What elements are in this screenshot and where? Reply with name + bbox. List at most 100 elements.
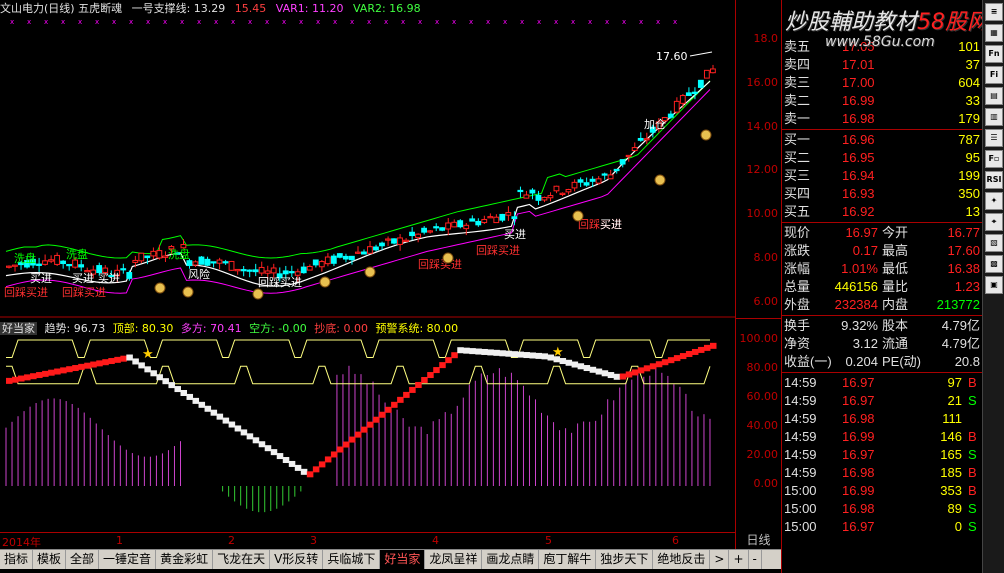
candle-body: [409, 231, 415, 237]
trend-block: [42, 370, 49, 377]
money-bag-icon: [654, 174, 666, 186]
price-tick: 12.00: [746, 163, 779, 176]
trend-block: [709, 342, 717, 349]
candle-body: [577, 179, 584, 183]
tab-0[interactable]: 指标: [0, 550, 34, 569]
trend-block: [517, 351, 524, 358]
indicator-header: 好当家 趋势: 96.73 顶部: 80.30 多方: 70.41 空方: -0…: [0, 320, 462, 335]
date-tick: 3: [310, 534, 317, 547]
side-tool-icon[interactable]: ✦: [985, 192, 1003, 210]
indicator-name[interactable]: 好当家: [0, 322, 37, 335]
tab-7[interactable]: 兵临城下: [323, 550, 381, 569]
top-marker: x: [656, 18, 660, 26]
quote-label: 最高: [882, 243, 909, 258]
tick-side: S: [968, 519, 977, 534]
tab-2[interactable]: 全部: [66, 550, 100, 569]
money-bag-icon: [700, 129, 712, 141]
top-marker: x: [622, 18, 626, 26]
indicator-chart[interactable]: ★ ★: [0, 318, 735, 532]
candle-body: [607, 174, 614, 180]
tab-nav-0[interactable]: >: [710, 550, 730, 569]
side-tool-icon[interactable]: ▤: [985, 87, 1003, 105]
trend-block: [240, 429, 248, 436]
tab-5[interactable]: 飞龙在天: [213, 550, 271, 569]
candle-body: [451, 221, 458, 228]
trend-block: [613, 373, 621, 380]
period-selector[interactable]: 日线: [735, 532, 781, 549]
bid-price: 16.95: [842, 150, 875, 165]
side-tool-icon[interactable]: ▧: [985, 234, 1003, 252]
tab-6[interactable]: V形反转: [270, 550, 324, 569]
side-tool-icon[interactable]: ▣: [985, 276, 1003, 294]
tab-11[interactable]: 庖丁解牛: [539, 550, 597, 569]
trend-block: [114, 356, 121, 363]
trend-block: [397, 396, 404, 403]
trend-block: [318, 461, 326, 468]
top-marker: x: [537, 18, 541, 26]
candle-body: [210, 261, 217, 264]
trend-block: [619, 373, 627, 380]
top-marker: x: [554, 18, 558, 26]
tab-1[interactable]: 模板: [33, 550, 67, 569]
bid-volume: 95: [965, 150, 980, 165]
candle-body: [379, 242, 385, 247]
top-marker: x: [418, 18, 422, 26]
tick-volume: 353: [940, 483, 962, 498]
trend-block: [276, 453, 284, 460]
candle-body: [583, 182, 590, 186]
candle-body: [312, 259, 319, 266]
side-tool-icon[interactable]: ≡: [985, 3, 1003, 21]
tab-3[interactable]: 一锤定音: [99, 550, 157, 569]
side-tool-icon[interactable]: Fn: [985, 45, 1003, 63]
candle-body: [679, 95, 686, 104]
support-line-label: 一号支撑线: 13.29: [131, 2, 226, 15]
tab-nav-2[interactable]: -: [749, 550, 762, 569]
tab-nav-1[interactable]: +: [729, 550, 749, 569]
chart-signal-label: 洗盘: [14, 251, 36, 265]
side-tool-icon[interactable]: F▫: [985, 150, 1003, 168]
top-marker: x: [129, 18, 133, 26]
tab-4[interactable]: 黄金彩虹: [156, 550, 214, 569]
side-tool-icon[interactable]: RSI: [985, 171, 1003, 189]
candle-body: [463, 224, 470, 230]
trend-block: [667, 357, 675, 364]
candlestick-chart[interactable]: 洗盘 洗盘 洗盘买进 买进 买进回踩买进 回踩买进回踩买进回踩买进回踩买进回踩买进买进买进…: [0, 0, 735, 318]
money-bag-icon: [154, 282, 166, 294]
ask-price: 16.98: [842, 111, 875, 126]
tick-time: 14:59: [784, 375, 817, 390]
chart-signal-label: 回踩买进: [4, 286, 48, 299]
side-tool-icon[interactable]: ▥: [985, 108, 1003, 126]
indicator-tick: 0.00: [753, 477, 779, 490]
side-tool-icon[interactable]: Fi: [985, 66, 1003, 84]
trend-block: [577, 363, 585, 370]
bid-volume: 350: [958, 186, 980, 201]
high-price-pointer: [689, 51, 713, 57]
side-tool-icon[interactable]: ☰: [985, 129, 1003, 147]
tab-10[interactable]: 画龙点睛: [482, 550, 540, 569]
candle-body: [228, 260, 235, 271]
bottom-value: 抄底: 0.00: [314, 322, 368, 335]
ask-label: 卖一: [784, 111, 811, 126]
candle-body: [216, 259, 223, 264]
side-tool-icon[interactable]: ▦: [985, 24, 1003, 42]
trend-block: [78, 363, 85, 370]
tab-12[interactable]: 独步天下: [596, 550, 654, 569]
candle-body: [150, 250, 157, 257]
tab-9[interactable]: 龙凤呈祥: [425, 550, 483, 569]
quote-label: 总量: [784, 279, 811, 294]
candle-body: [300, 266, 307, 274]
side-tool-icon[interactable]: ⌖: [985, 213, 1003, 231]
top-marker: x: [673, 18, 677, 26]
tab-8[interactable]: 好当家: [380, 550, 426, 569]
bid-price: 16.94: [842, 168, 875, 183]
tick-side: B: [968, 375, 977, 390]
trend-block: [523, 352, 530, 359]
tick-volume: 146: [940, 429, 962, 444]
tick-price: 16.97: [842, 519, 875, 534]
chart-signal-label: 回踩买进: [476, 244, 520, 257]
fund-value: 4.79亿: [941, 336, 980, 351]
trend-block: [216, 413, 224, 420]
candle-body: [475, 220, 482, 226]
side-tool-icon[interactable]: ▩: [985, 255, 1003, 273]
tab-13[interactable]: 绝地反击: [653, 550, 711, 569]
